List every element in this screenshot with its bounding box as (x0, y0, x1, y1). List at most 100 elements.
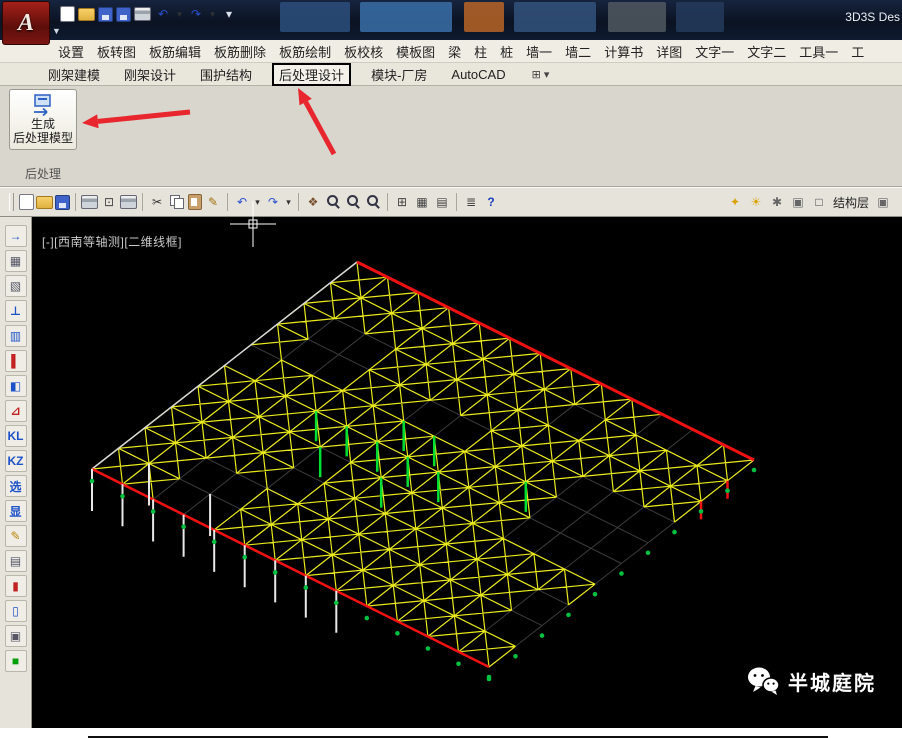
publish-icon[interactable] (120, 195, 137, 209)
lock-icon[interactable]: ▣ (789, 194, 807, 210)
drawing-viewport[interactable]: [-][西南等轴测][二维线框] 半城庭院 (32, 217, 902, 728)
redo-icon[interactable]: ↷ (264, 194, 282, 210)
save-icon[interactable] (55, 195, 70, 210)
toolbar-separator (75, 193, 76, 211)
gear-icon[interactable]: ✱ (768, 194, 786, 210)
paste-icon[interactable] (188, 194, 202, 210)
match-properties-icon[interactable]: ✎ (204, 194, 222, 210)
menu-item[interactable]: 模板图 (396, 42, 435, 61)
beam-label-icon[interactable]: KL (5, 425, 27, 447)
sun-icon[interactable]: ☀ (747, 194, 765, 210)
bulb-icon[interactable]: ✦ (726, 194, 744, 210)
tab-post-processing-design[interactable]: 后处理设计 (272, 63, 351, 86)
tab-module-factory[interactable]: 模块-厂房 (367, 64, 431, 85)
zoom-previous-icon[interactable] (364, 194, 382, 210)
menu-item[interactable]: 板转图 (97, 42, 136, 61)
redo-caret-icon[interactable]: ▾ (208, 6, 217, 22)
redo-caret-icon[interactable]: ▾ (284, 194, 293, 210)
properties-icon[interactable]: ▤ (433, 194, 451, 210)
column-tool-icon[interactable]: ▮ (5, 575, 27, 597)
menu-item[interactable]: 文字一 (695, 42, 734, 61)
menu-item[interactable]: 梁 (448, 42, 461, 61)
redo-icon[interactable]: ↷ (187, 6, 205, 22)
toolbar-grip[interactable] (9, 193, 14, 211)
menu-item[interactable]: 板校核 (344, 42, 383, 61)
new-icon[interactable] (60, 6, 75, 22)
menu-item[interactable]: 柱 (474, 42, 487, 61)
open-icon[interactable] (78, 8, 95, 21)
undo-icon[interactable]: ↶ (233, 194, 251, 210)
tab-rigid-frame-modeling[interactable]: 刚架建模 (44, 64, 104, 85)
menu-item[interactable]: 桩 (500, 42, 513, 61)
zoom-realtime-icon[interactable] (324, 194, 342, 210)
wechat-icon (746, 666, 780, 696)
menu-item[interactable]: 文字二 (747, 42, 786, 61)
menu-item[interactable]: 墙二 (565, 42, 591, 61)
help-icon[interactable]: ? (482, 194, 500, 210)
autocad-a-glyph: A (18, 10, 34, 37)
frame-tool-icon[interactable]: ▯ (5, 600, 27, 622)
logo-caret-icon[interactable]: ▼ (52, 26, 61, 36)
print-icon[interactable] (134, 7, 151, 21)
autocad-logo-button[interactable]: A (2, 1, 50, 45)
cut-icon[interactable]: ✂ (148, 194, 166, 210)
viewports-icon[interactable]: ⊞ (393, 194, 411, 210)
menu-item[interactable]: 计算书 (604, 42, 643, 61)
calculator-icon[interactable]: ≣ (462, 194, 480, 210)
zoom-window-icon[interactable] (344, 194, 362, 210)
menu-item[interactable]: 板筋绘制 (279, 42, 331, 61)
grid-table-icon[interactable]: ▦ (5, 250, 27, 272)
undo-caret-icon[interactable]: ▾ (253, 194, 262, 210)
menu-item[interactable]: 墙一 (526, 42, 552, 61)
display-icon[interactable]: 显 (5, 500, 27, 522)
undo-caret-icon[interactable]: ▾ (175, 6, 184, 22)
acad-toolbar-icons: ⊡✂✎↶▾↷▾❖⊞▦▤≣? (19, 193, 500, 211)
menu-item[interactable]: 板筋删除 (214, 42, 266, 61)
save-all-icon[interactable] (116, 7, 131, 22)
wall-tool-icon[interactable]: ◧ (5, 375, 27, 397)
viewport-label[interactable]: [-][西南等轴测][二维线框] (42, 233, 182, 250)
frame-checkbox-icon[interactable]: □ (810, 194, 828, 210)
tab-rigid-frame-design[interactable]: 刚架设计 (120, 64, 180, 85)
select-icon[interactable]: 选 (5, 475, 27, 497)
ribbon-panel-postprocess: 生成 后处理模型 后处理 (6, 89, 80, 182)
layer-state-icon[interactable]: ▣ (874, 194, 892, 210)
save-icon[interactable] (98, 7, 113, 22)
customize-caret-icon[interactable]: ▾ (220, 6, 238, 22)
grid-edit-icon[interactable]: ▧ (5, 275, 27, 297)
button-label-line2: 后处理模型 (13, 131, 73, 145)
toolbar-separator (142, 193, 143, 211)
tab-envelope-structure[interactable]: 围护结构 (196, 64, 256, 85)
beam-layout-icon[interactable]: ▥ (5, 325, 27, 347)
brace-icon[interactable]: ⊿ (5, 400, 27, 422)
toolbar-overflow-icon[interactable]: ⊞ ▾ (532, 68, 550, 81)
edit-pencil-icon[interactable]: ✎ (5, 525, 27, 547)
forward-arrow-icon[interactable]: → (5, 225, 27, 247)
pan-icon[interactable]: ❖ (304, 194, 322, 210)
menu-item[interactable]: 设置 (58, 42, 84, 61)
column-red-icon[interactable]: ▌ (5, 350, 27, 372)
layers-icon[interactable]: ▤ (5, 550, 27, 572)
menu-item[interactable]: 详图 (656, 42, 682, 61)
block-tool-icon[interactable]: ▣ (5, 625, 27, 647)
column-label-icon[interactable]: KZ (5, 450, 27, 472)
open-icon[interactable] (36, 196, 53, 209)
undo-icon[interactable]: ↶ (154, 6, 172, 22)
window-title: 3D3S Des (845, 10, 900, 24)
tab-autocad[interactable]: AutoCAD (447, 66, 509, 83)
copy-icon[interactable] (168, 194, 186, 210)
menu-item[interactable]: 工 (851, 42, 864, 61)
axis-icon[interactable]: ⊥ (5, 300, 27, 322)
print-preview-icon[interactable]: ⊡ (100, 194, 118, 210)
green-square-icon[interactable]: ■ (5, 650, 27, 672)
toolbar-separator (387, 193, 388, 211)
print-icon[interactable] (81, 195, 98, 209)
module-tab-bar: 刚架建模刚架设计围护结构后处理设计模块-厂房 AutoCAD ⊞ ▾ (0, 63, 902, 86)
layout-icon[interactable]: ▦ (413, 194, 431, 210)
new-icon[interactable] (19, 194, 34, 210)
toolbar-separator (298, 193, 299, 211)
generate-postprocess-model-button[interactable]: 生成 后处理模型 (9, 89, 77, 150)
layer-group-icons-after: ▣ (874, 194, 892, 210)
menu-item[interactable]: 板筋编辑 (149, 42, 201, 61)
menu-item[interactable]: 工具一 (799, 42, 838, 61)
